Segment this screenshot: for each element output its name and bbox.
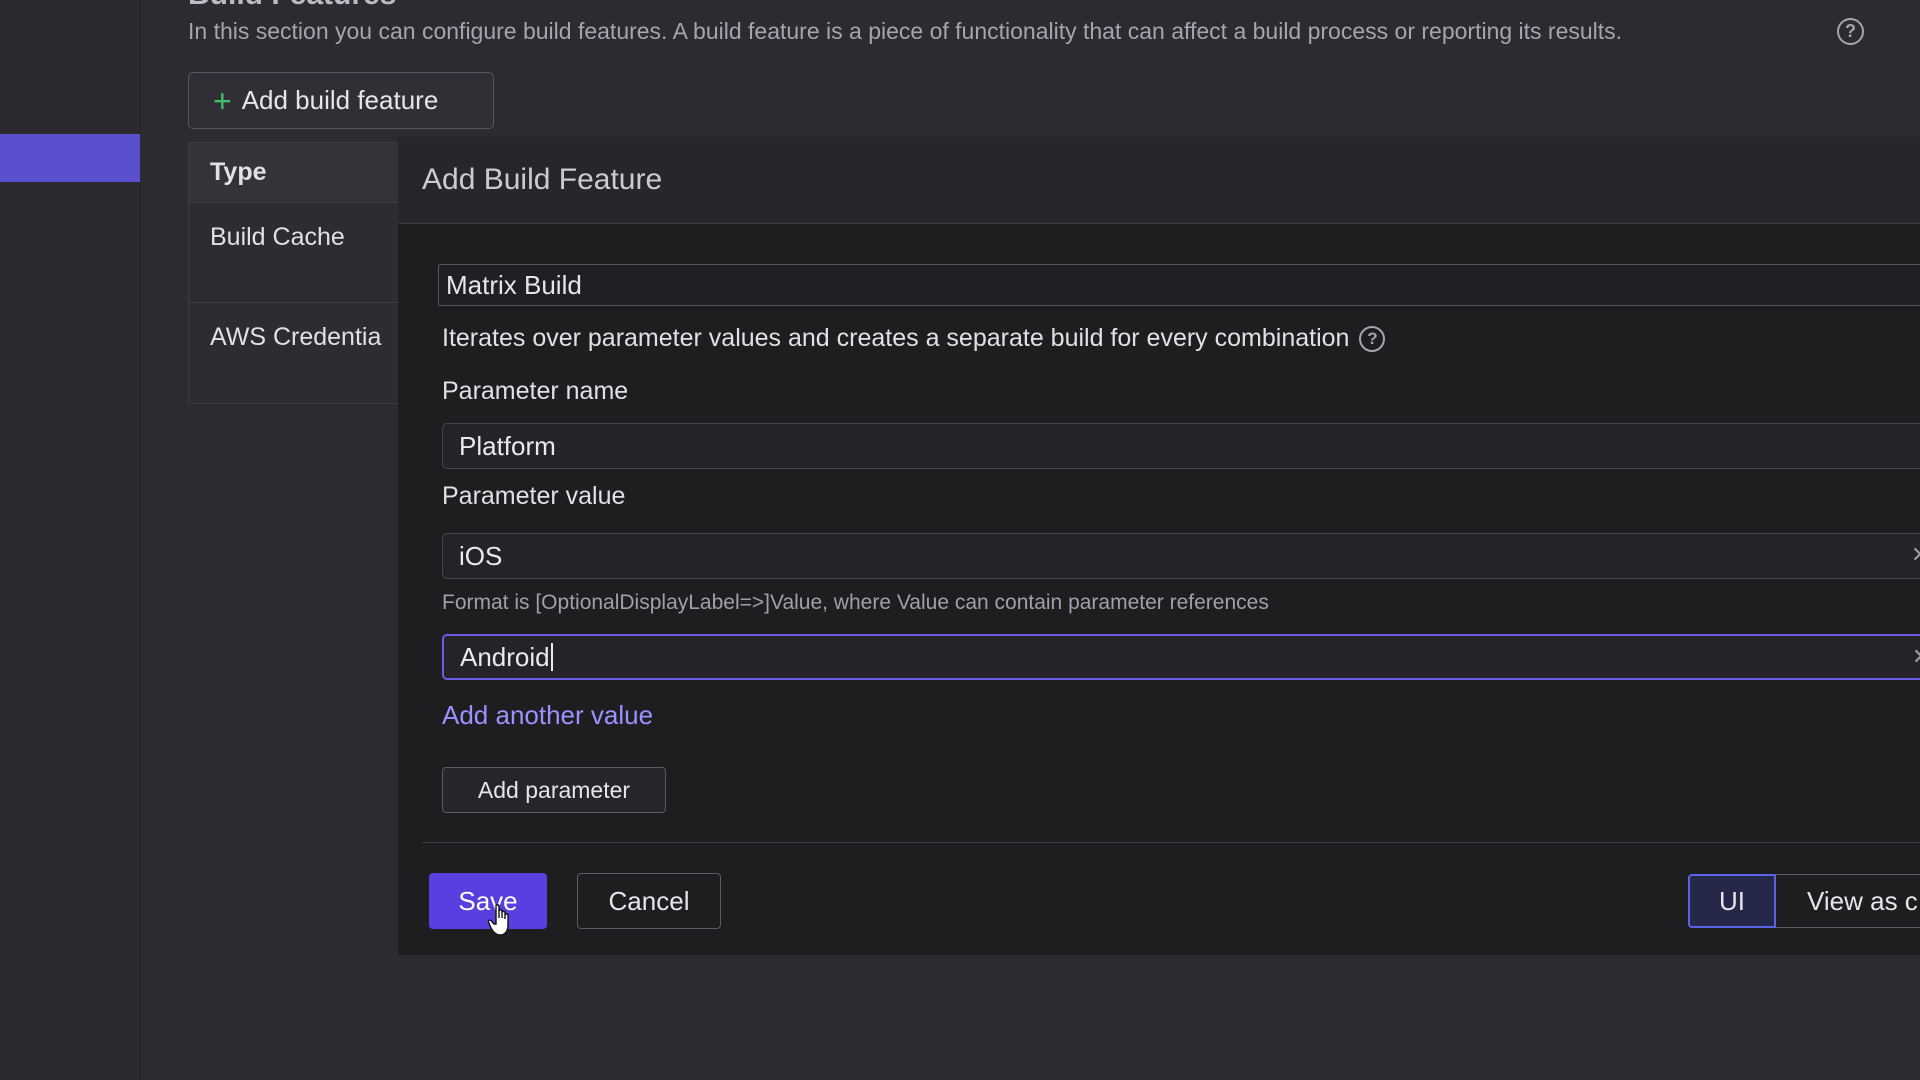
ui-mode-button[interactable]: UI: [1688, 874, 1776, 928]
feature-description: Iterates over parameter values and creat…: [442, 324, 1386, 353]
help-icon[interactable]: ?: [1837, 18, 1864, 45]
mouse-cursor-icon: [487, 904, 509, 936]
cancel-button[interactable]: Cancel: [577, 873, 721, 929]
add-build-feature-dialog: Add Build Feature Matrix Build ▼ Iterate…: [398, 137, 1920, 955]
close-icon[interactable]: ✕: [1912, 644, 1920, 670]
feature-type-value: Matrix Build: [446, 269, 582, 300]
plus-icon: +: [213, 82, 232, 119]
dialog-title: Add Build Feature: [398, 137, 1920, 224]
view-as-code-button[interactable]: View as c: [1776, 874, 1920, 928]
parameter-value-text: Android: [460, 641, 550, 672]
parameter-value-input[interactable]: Android ✕: [442, 634, 1920, 680]
table-header-type: Type: [189, 143, 399, 203]
sidebar: [0, 0, 140, 1080]
add-another-value-link[interactable]: Add another value: [442, 700, 653, 731]
add-parameter-button[interactable]: Add parameter: [442, 767, 666, 813]
parameter-name-input[interactable]: Platform: [442, 423, 1920, 469]
feature-description-text: Iterates over parameter values and creat…: [442, 324, 1350, 352]
table-row[interactable]: Build Cache: [189, 203, 399, 303]
text-caret: [550, 643, 553, 671]
parameter-value-text: iOS: [459, 540, 503, 571]
add-build-feature-label: Add build feature: [241, 85, 439, 115]
parameter-name-label: Parameter name: [442, 377, 629, 405]
build-features-table: Type Build Cache AWS Credentia: [188, 142, 400, 404]
feature-type-select[interactable]: Matrix Build ▼: [438, 264, 1920, 306]
close-icon[interactable]: ✕: [1911, 542, 1920, 568]
section-description: In this section you can configure build …: [188, 18, 1623, 44]
table-row[interactable]: AWS Credentia: [189, 303, 399, 403]
dialog-divider: [422, 842, 1920, 843]
page-title: Build Features: [188, 0, 396, 12]
add-build-feature-button[interactable]: + Add build feature: [188, 72, 494, 129]
format-hint: Format is [OptionalDisplayLabel=>]Value,…: [442, 591, 1269, 614]
parameter-value-label: Parameter value: [442, 482, 626, 510]
sidebar-active-item[interactable]: [0, 134, 140, 182]
parameter-value-input[interactable]: iOS ✕: [442, 533, 1920, 579]
parameter-name-value: Platform: [459, 430, 556, 461]
help-icon[interactable]: ?: [1359, 326, 1386, 353]
